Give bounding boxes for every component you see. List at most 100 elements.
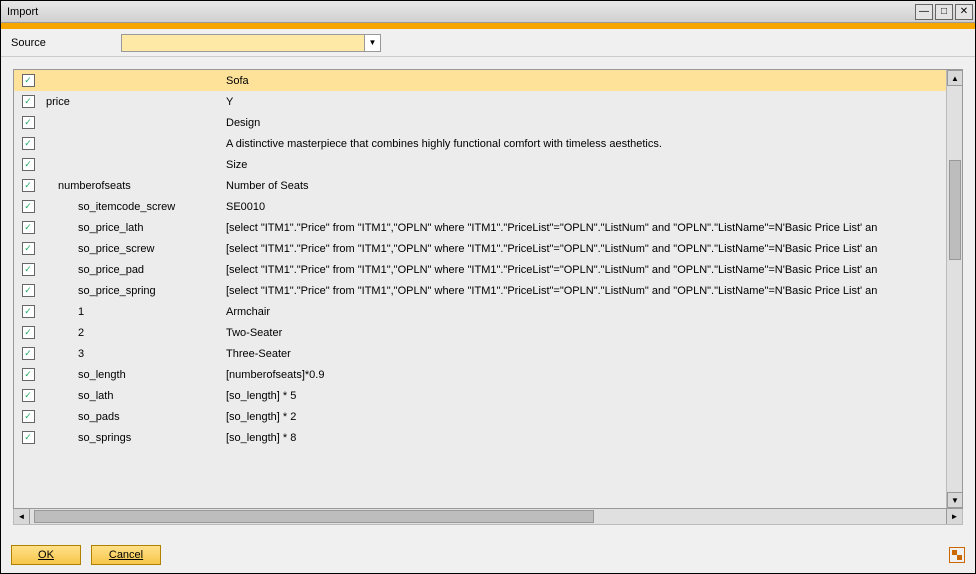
table-row[interactable]: ✓ Size [14,154,946,175]
titlebar: Import — □ ✕ [1,1,975,23]
row-checkbox[interactable]: ✓ [22,410,35,423]
horizontal-scrollbar[interactable]: ◄ ► [13,509,963,525]
row-checkbox-cell: ✓ [18,431,38,444]
window-title: Import [7,6,913,18]
row-key: 2 [38,327,218,339]
close-button[interactable]: ✕ [955,4,973,20]
import-grid: ✓Sofa✓priceY✓Design✓A distinctive master… [14,70,946,508]
vscroll-thumb[interactable] [949,160,961,260]
grid-wrapper: ✓Sofa✓priceY✓Design✓A distinctive master… [13,69,963,509]
row-value: [so_length] * 5 [218,390,946,402]
row-checkbox-cell: ✓ [18,347,38,360]
chevron-down-icon: ▼ [364,35,380,51]
cancel-button[interactable]: Cancel [91,545,161,565]
row-checkbox-cell: ✓ [18,74,38,87]
row-checkbox-cell: ✓ [18,389,38,402]
row-value: Number of Seats [218,180,946,192]
row-checkbox-cell: ✓ [18,95,38,108]
row-checkbox[interactable]: ✓ [22,431,35,444]
ok-button[interactable]: OK [11,545,81,565]
row-checkbox[interactable]: ✓ [22,389,35,402]
row-checkbox[interactable]: ✓ [22,326,35,339]
row-key: so_length [38,369,218,381]
row-checkbox[interactable]: ✓ [22,221,35,234]
row-key: so_itemcode_screw [38,201,218,213]
row-checkbox-cell: ✓ [18,242,38,255]
row-key: numberofseats [38,180,218,192]
table-row[interactable]: ✓ Design [14,112,946,133]
row-value: [select "ITM1"."Price" from "ITM1","OPLN… [218,222,946,234]
row-value: Size [218,159,946,171]
row-checkbox[interactable]: ✓ [22,95,35,108]
table-row[interactable]: ✓A distinctive masterpiece that combines… [14,133,946,154]
row-key: 3 [38,348,218,360]
table-row[interactable]: ✓so_price_lath[select "ITM1"."Price" fro… [14,217,946,238]
table-row[interactable]: ✓so_pads[so_length] * 2 [14,406,946,427]
table-row[interactable]: ✓so_price_pad[select "ITM1"."Price" from… [14,259,946,280]
row-value: [so_length] * 8 [218,432,946,444]
import-dialog: Import — □ ✕ Source ▼ ✓Sofa✓priceY✓Desig… [0,0,976,574]
row-value: [select "ITM1"."Price" from "ITM1","OPLN… [218,243,946,255]
maximize-button[interactable]: □ [935,4,953,20]
scroll-up-button[interactable]: ▲ [947,70,963,86]
resize-icon[interactable] [949,547,965,563]
table-row[interactable]: ✓so_length[numberofseats]*0.9 [14,364,946,385]
table-row[interactable]: ✓1Armchair [14,301,946,322]
row-checkbox[interactable]: ✓ [22,200,35,213]
row-value: [select "ITM1"."Price" from "ITM1","OPLN… [218,264,946,276]
vertical-scrollbar[interactable]: ▲ ▼ [946,70,962,508]
table-row[interactable]: ✓numberofseatsNumber of Seats [14,175,946,196]
row-value: Design [218,117,946,129]
table-row[interactable]: ✓so_springs[so_length] * 8 [14,427,946,448]
row-checkbox[interactable]: ✓ [22,368,35,381]
row-value: SE0010 [218,201,946,213]
row-checkbox[interactable]: ✓ [22,263,35,276]
row-key: so_lath [38,390,218,402]
row-checkbox-cell: ✓ [18,179,38,192]
row-checkbox[interactable]: ✓ [22,347,35,360]
row-checkbox[interactable]: ✓ [22,305,35,318]
cancel-label: Cancel [109,549,143,561]
window-buttons: — □ ✕ [913,4,975,20]
table-row[interactable]: ✓so_price_screw[select "ITM1"."Price" fr… [14,238,946,259]
minimize-button[interactable]: — [915,4,933,20]
table-row[interactable]: ✓so_lath[so_length] * 5 [14,385,946,406]
scroll-down-button[interactable]: ▼ [947,492,963,508]
footer: OK Cancel [1,537,975,573]
row-checkbox[interactable]: ✓ [22,137,35,150]
scroll-right-button[interactable]: ► [946,509,962,524]
row-checkbox[interactable]: ✓ [22,179,35,192]
row-value: Sofa [218,75,946,87]
ok-label: OK [38,549,54,561]
row-checkbox-cell: ✓ [18,221,38,234]
row-key: so_price_spring [38,285,218,297]
source-bar: Source ▼ [1,29,975,57]
row-checkbox[interactable]: ✓ [22,158,35,171]
row-value: [select "ITM1"."Price" from "ITM1","OPLN… [218,285,946,297]
content-area: ✓Sofa✓priceY✓Design✓A distinctive master… [1,57,975,537]
row-checkbox-cell: ✓ [18,200,38,213]
table-row[interactable]: ✓ Sofa [14,70,946,91]
row-value: Three-Seater [218,348,946,360]
row-key: so_price_screw [38,243,218,255]
scroll-left-button[interactable]: ◄ [14,509,30,524]
row-value: Y [218,96,946,108]
source-label: Source [11,37,111,49]
row-checkbox[interactable]: ✓ [22,242,35,255]
table-row[interactable]: ✓so_itemcode_screwSE0010 [14,196,946,217]
table-row[interactable]: ✓2Two-Seater [14,322,946,343]
row-key: so_price_pad [38,264,218,276]
row-checkbox-cell: ✓ [18,158,38,171]
row-key: 1 [38,306,218,318]
row-key: so_price_lath [38,222,218,234]
row-key: price [38,96,218,108]
table-row[interactable]: ✓3Three-Seater [14,343,946,364]
row-checkbox[interactable]: ✓ [22,74,35,87]
table-row[interactable]: ✓so_price_spring[select "ITM1"."Price" f… [14,280,946,301]
source-select[interactable]: ▼ [121,34,381,52]
table-row[interactable]: ✓priceY [14,91,946,112]
hscroll-thumb[interactable] [34,510,594,523]
row-value: Armchair [218,306,946,318]
row-checkbox[interactable]: ✓ [22,116,35,129]
row-checkbox[interactable]: ✓ [22,284,35,297]
